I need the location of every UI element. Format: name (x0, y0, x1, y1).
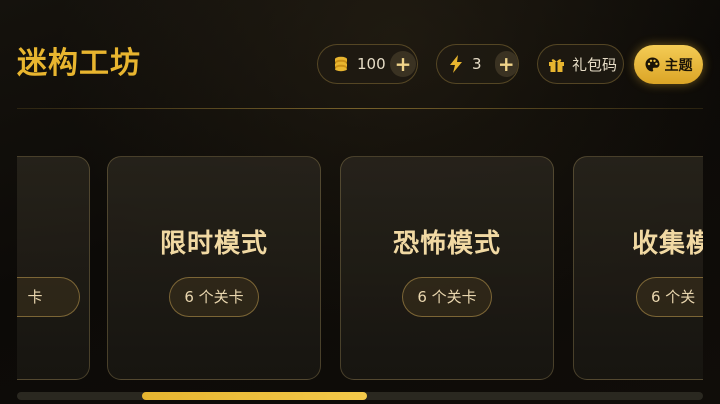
gift-code-label: 礼包码 (572, 55, 618, 74)
coins-counter[interactable]: 100 + (317, 44, 418, 84)
lightning-icon (449, 55, 463, 73)
header-divider (17, 108, 703, 109)
gift-icon (548, 56, 565, 73)
mode-card-levels: 6 个关卡 (402, 277, 492, 317)
app-title: 迷构工坊 (17, 46, 141, 81)
mode-card-title: 限时模式 (159, 229, 268, 259)
gift-code-button[interactable]: 礼包码 (537, 44, 624, 84)
mode-card-collect[interactable]: 收集模 6 个关 (573, 156, 703, 380)
app-root: 迷构工坊 100 + 3 + 礼包码 主题 卡 限时模式 6 个关卡 恐怖模式 … (0, 0, 720, 404)
coins-value: 100 (357, 55, 386, 73)
energy-counter[interactable]: 3 + (436, 44, 519, 84)
mode-card-horror[interactable]: 恐怖模式 6 个关卡 (340, 156, 554, 380)
theme-button[interactable]: 主题 (634, 45, 703, 84)
mode-card-title: 收集模 (632, 229, 703, 259)
carousel-scrollbar-thumb[interactable] (142, 392, 367, 400)
mode-card-levels: 卡 (17, 277, 80, 317)
mode-card-timed[interactable]: 限时模式 6 个关卡 (107, 156, 321, 380)
energy-value: 3 (472, 55, 482, 73)
add-energy-button[interactable]: + (494, 51, 518, 77)
mode-card-carousel[interactable]: 式 卡 限时模式 6 个关卡 恐怖模式 6 个关卡 收集模 6 个关 (17, 156, 703, 382)
mode-card[interactable]: 式 卡 (17, 156, 90, 380)
theme-label: 主题 (664, 57, 693, 74)
mode-card-title: 恐怖模式 (392, 229, 501, 259)
add-coins-button[interactable]: + (390, 51, 416, 77)
mode-card-levels: 6 个关卡 (169, 277, 259, 317)
palette-icon (645, 57, 660, 72)
mode-card-title: 式 (17, 223, 89, 260)
coin-stack-icon (332, 55, 350, 73)
mode-card-levels: 6 个关 (636, 277, 703, 317)
